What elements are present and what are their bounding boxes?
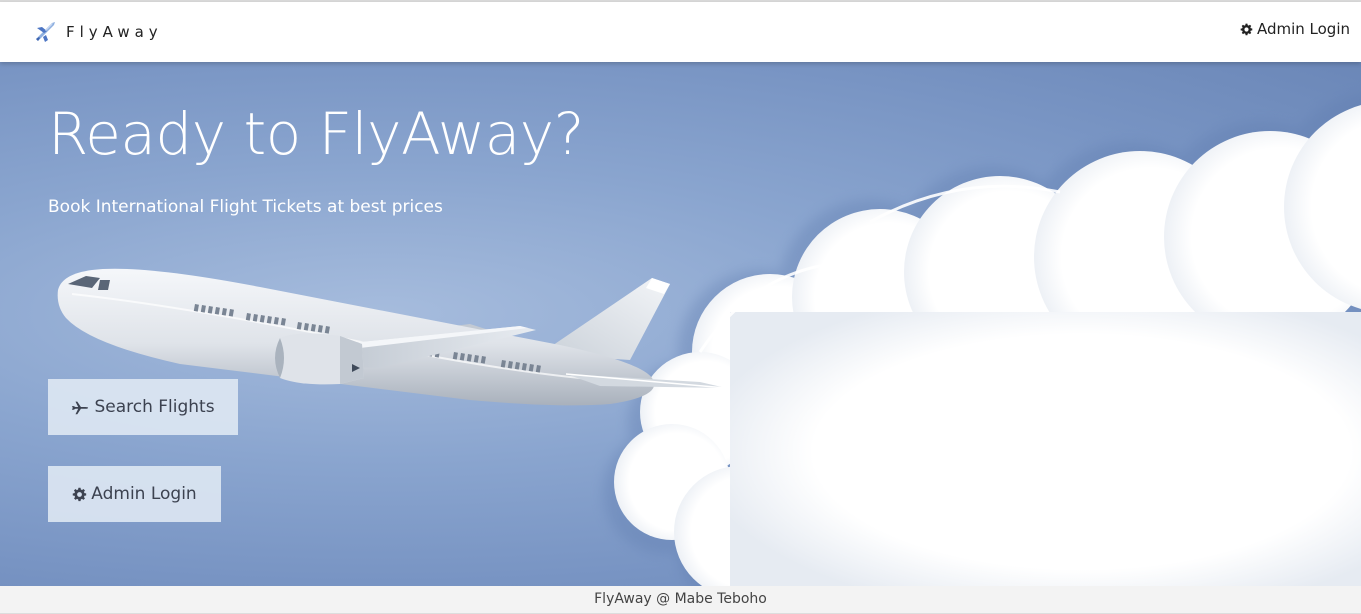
nav-admin-login-label: Admin Login xyxy=(1256,20,1350,38)
nav-admin-login-link[interactable]: Admin Login xyxy=(1240,20,1350,38)
brand-link[interactable]: FlyAway xyxy=(32,17,163,47)
hero-title: Ready to FlyAway? xyxy=(48,100,584,168)
airplane-logo-icon xyxy=(36,22,55,42)
hero-section: Ready to FlyAway? Book International Fli… xyxy=(0,62,1361,586)
footer: FlyAway @ Mabe Teboho xyxy=(0,586,1361,614)
footer-text: FlyAway @ Mabe Teboho xyxy=(594,591,767,607)
admin-login-button[interactable]: Admin Login xyxy=(48,466,221,522)
gear-icon xyxy=(1240,23,1253,35)
navbar: FlyAway Admin Login xyxy=(0,2,1361,62)
admin-login-label: Admin Login xyxy=(91,484,197,504)
hero-subtitle: Book International Flight Tickets at bes… xyxy=(48,197,443,217)
brand-name: FlyAway xyxy=(66,23,163,41)
search-flights-label: Search Flights xyxy=(94,397,215,417)
gear-icon xyxy=(73,487,87,501)
plane-icon xyxy=(72,401,89,415)
search-flights-button[interactable]: Search Flights xyxy=(48,379,238,435)
